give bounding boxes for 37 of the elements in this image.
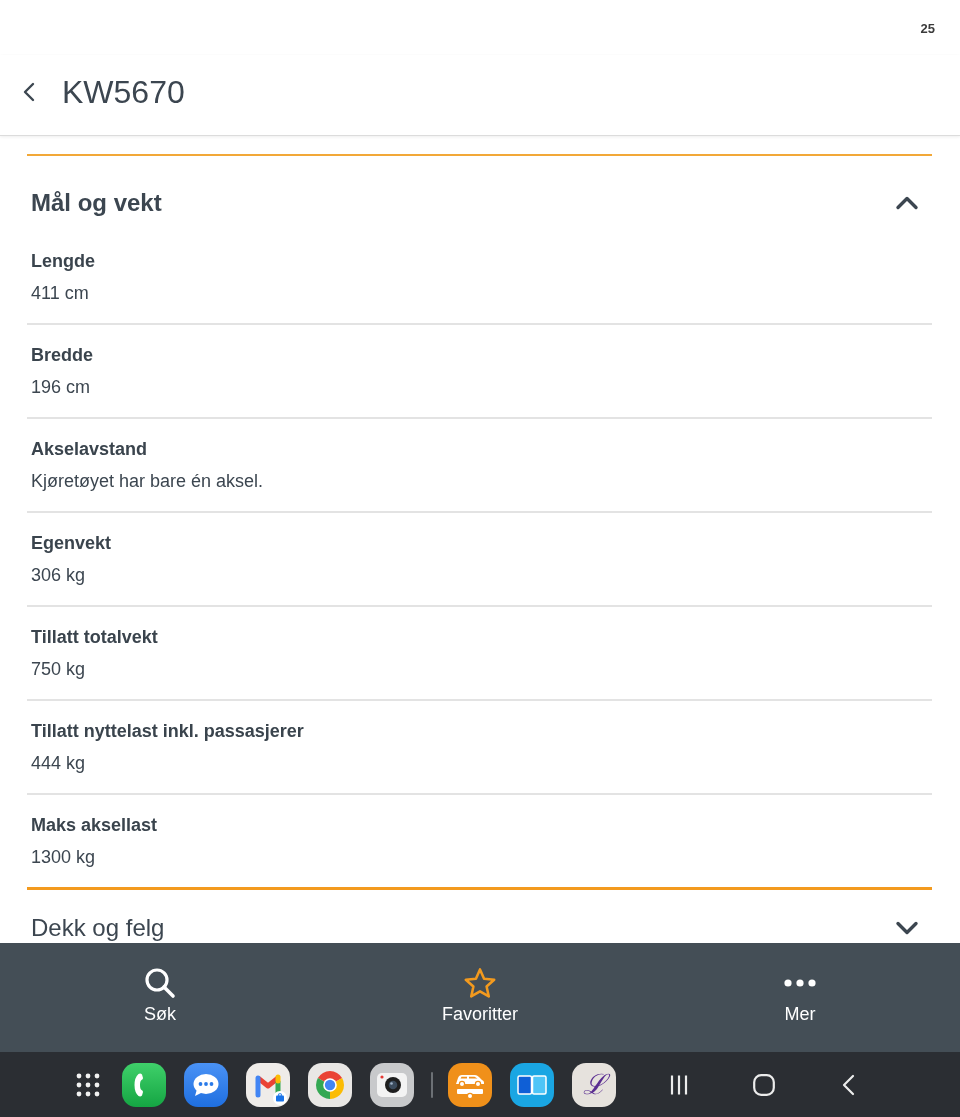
star-icon xyxy=(464,967,496,999)
field-label: Tillatt nyttelast inkl. passasjerer xyxy=(31,720,304,743)
field-value: Kjøretøyet har bare én aksel. xyxy=(31,470,264,493)
page-title: KW5670 xyxy=(62,73,185,111)
field-label: Maks aksellast xyxy=(31,814,158,837)
letter-app-tile[interactable]: ℒ xyxy=(572,1062,616,1107)
section-title[interactable]: Dekk og felg xyxy=(31,914,165,942)
home-icon[interactable] xyxy=(753,1073,775,1096)
status-text: 25 xyxy=(920,20,935,37)
field-label: Lengde xyxy=(31,250,95,273)
field-value: 444 kg xyxy=(31,752,86,775)
camera-icon[interactable] xyxy=(370,1062,414,1107)
app-grid-icon[interactable] xyxy=(76,1072,100,1097)
field-label: Bredde xyxy=(31,344,93,367)
field-value: 196 cm xyxy=(31,376,91,399)
open-book-icon[interactable] xyxy=(510,1062,554,1107)
mail-app-icon[interactable] xyxy=(246,1062,290,1107)
field-value: 750 kg xyxy=(31,658,86,681)
favorites-nav-item[interactable]: Favoritter xyxy=(442,967,518,1025)
field-label: Egenvekt xyxy=(31,532,112,555)
more-icon xyxy=(784,979,816,987)
field-value: 306 kg xyxy=(31,564,86,587)
search-nav-item[interactable]: Søk xyxy=(144,967,176,1025)
phone-icon[interactable] xyxy=(122,1062,166,1107)
chevron-up-icon[interactable] xyxy=(895,196,919,210)
recents-icon[interactable] xyxy=(670,1073,688,1096)
field-value: 411 cm xyxy=(31,282,89,305)
back-icon[interactable] xyxy=(22,82,36,102)
car-trailer-icon[interactable] xyxy=(448,1062,492,1107)
chevron-down-icon[interactable] xyxy=(895,921,919,935)
chat-bubble-icon[interactable] xyxy=(184,1062,228,1107)
search-icon xyxy=(144,967,176,999)
field-label: Akselavstand xyxy=(31,438,148,461)
section-title[interactable]: Mål og vekt xyxy=(31,188,162,218)
field-value: 1300 kg xyxy=(31,846,96,869)
field-label: Tillatt totalvekt xyxy=(31,626,158,649)
more-nav-item[interactable]: Mer xyxy=(784,967,816,1025)
